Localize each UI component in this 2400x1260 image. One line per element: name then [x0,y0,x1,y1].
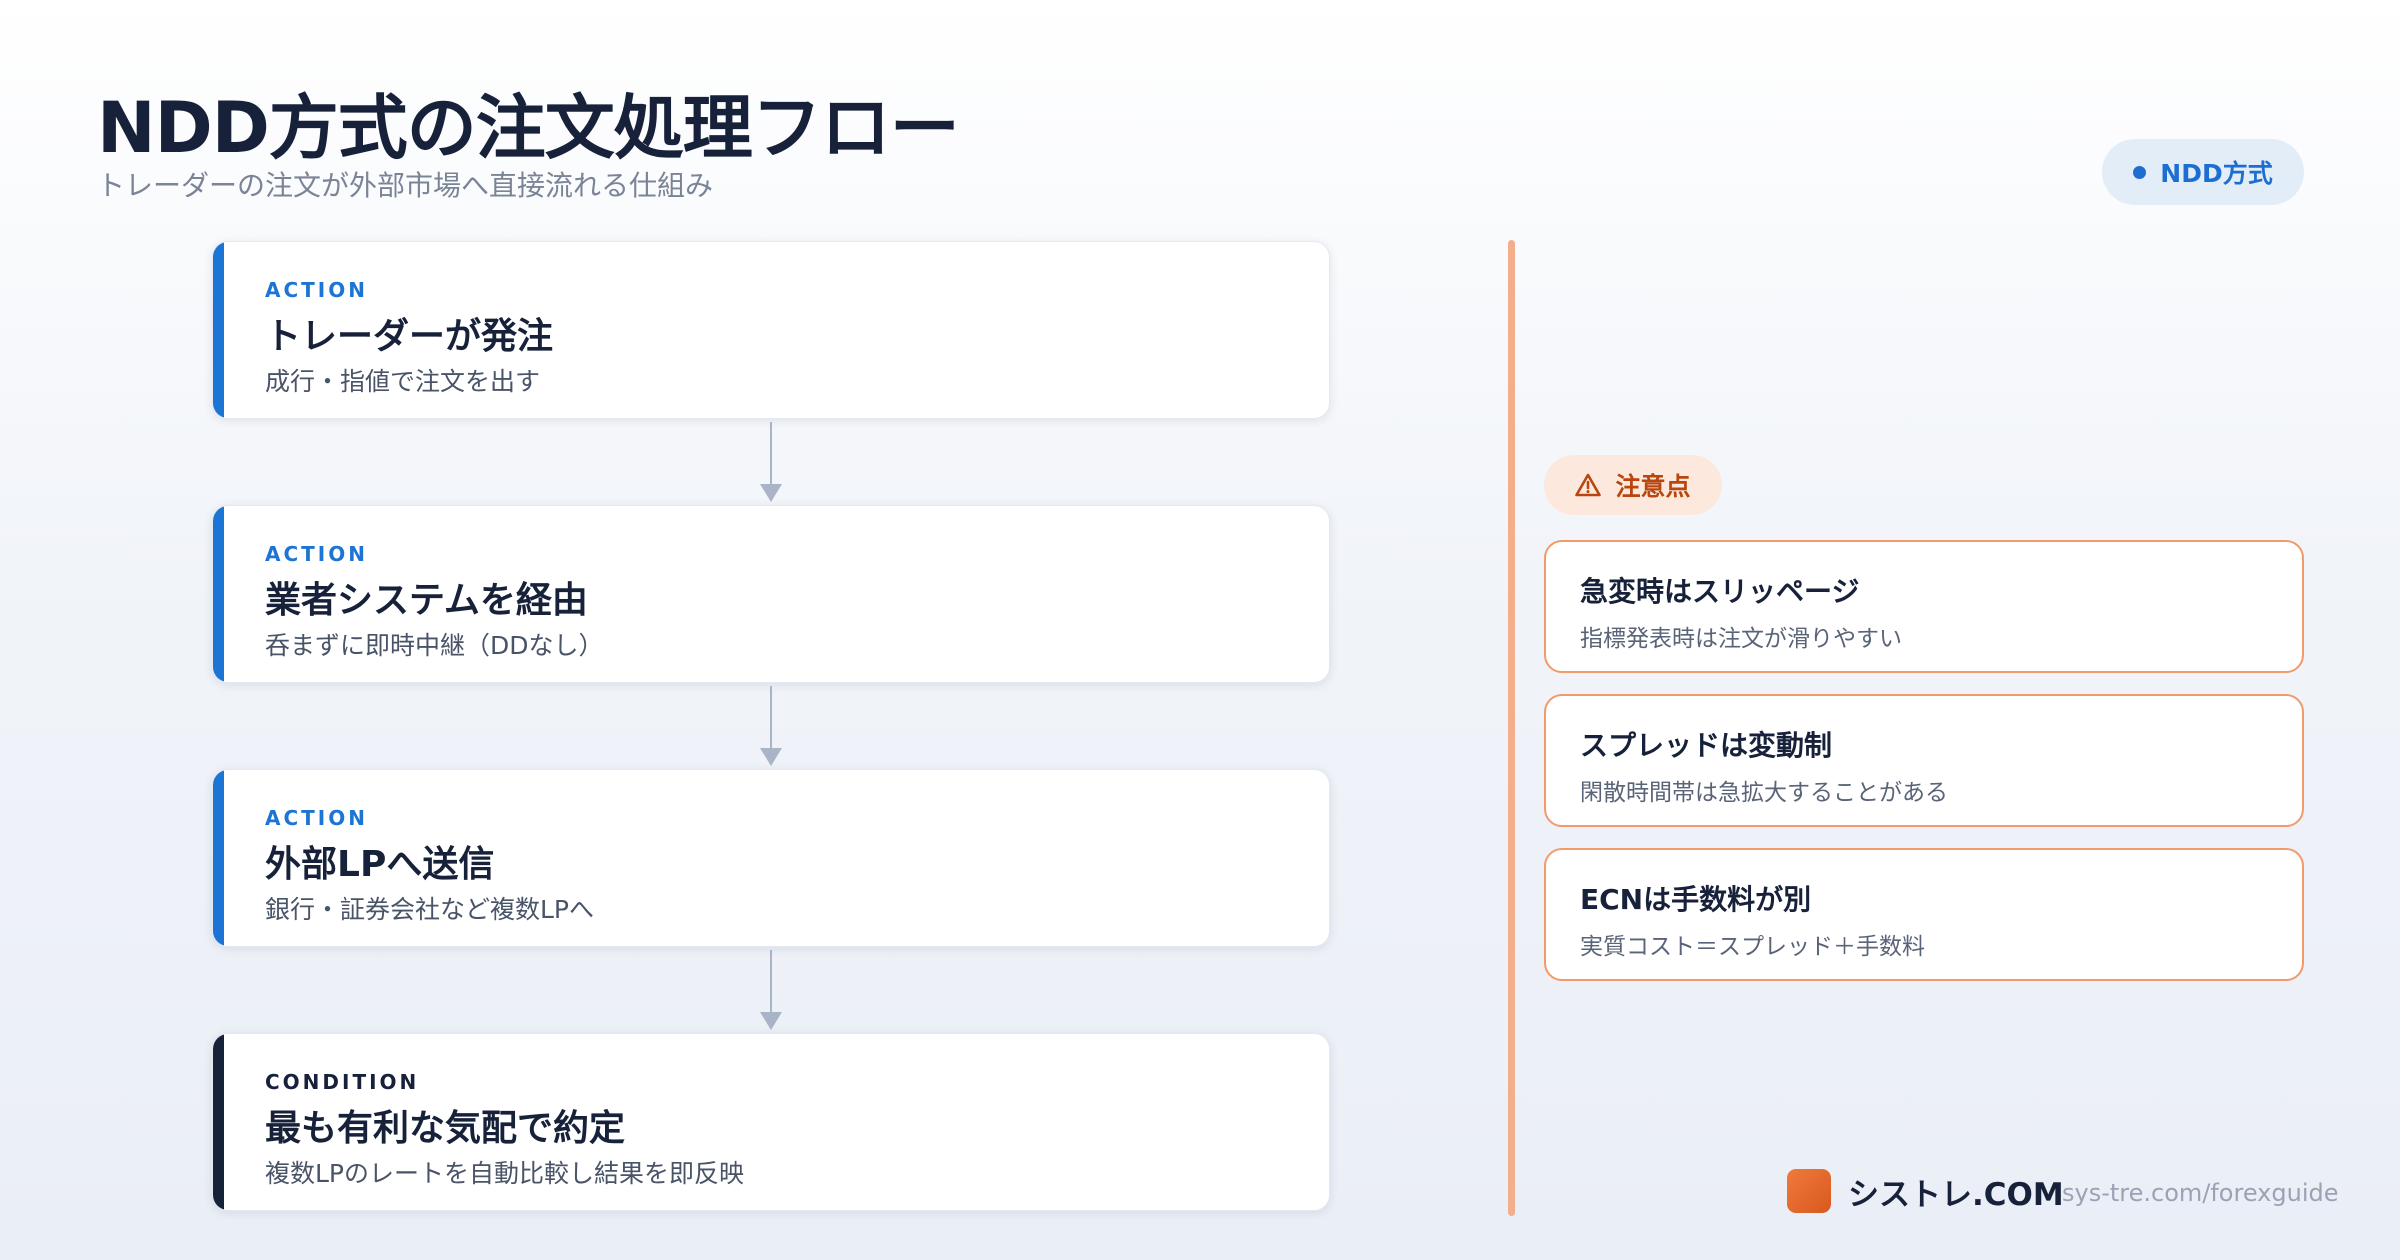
caution-title: ECNは手数料が別 [1580,883,1812,916]
flow-connector [770,422,772,488]
step-title: トレーダーが発注 [265,316,554,357]
step-tag: ACTION [265,542,368,566]
page-subtitle: トレーダーの注文が外部市場へ直接流れる仕組み [97,169,714,202]
step-tag: ACTION [265,806,368,830]
caution-description: 閑散時間帯は急拡大することがある [1580,780,1948,806]
caution-label: 注意点 [1544,455,1722,515]
step-title: 最も有利な気配で約定 [265,1108,626,1149]
flow-connector [770,950,772,1016]
step-description: 銀行・証券会社など複数LPへ [265,895,595,924]
brand-name: シストレ.COM [1848,1177,2064,1213]
dot-icon [2133,165,2147,179]
flow-step-4: CONDITION 最も有利な気配で約定 複数LPのレートを自動比較し結果を即反… [212,1033,1330,1211]
step-accent-bar [213,506,224,682]
caution-title: 急変時はスリッページ [1580,575,1860,608]
step-description: 複数LPのレートを自動比較し結果を即反映 [265,1159,745,1188]
flow-step-2: ACTION 業者システムを経由 呑まずに即時中継（DDなし） [212,505,1330,683]
step-description: 呑まずに即時中継（DDなし） [265,631,604,660]
mode-badge: NDD方式 [2102,139,2304,205]
step-accent-bar [213,1034,224,1210]
page-title: NDD方式の注文処理フロー [97,87,960,169]
warning-triangle-icon [1575,473,1602,497]
step-title: 業者システムを経由 [265,580,588,621]
caution-label-text: 注意点 [1615,472,1691,501]
flow-step-3: ACTION 外部LPへ送信 銀行・証券会社など複数LPへ [212,769,1330,947]
section-divider [1508,240,1515,1216]
flow-step-1: ACTION トレーダーが発注 成行・指値で注文を出す [212,241,1330,419]
step-accent-bar [213,242,224,418]
arrow-down-icon [760,1012,782,1030]
caution-card-1: 急変時はスリッページ 指標発表時は注文が滑りやすい [1544,540,2304,673]
step-tag: ACTION [265,278,368,302]
caution-description: 実質コスト＝スプレッド＋手数料 [1580,934,1925,960]
step-accent-bar [213,770,224,946]
mode-badge-label: NDD方式 [2160,159,2273,188]
step-title: 外部LPへ送信 [265,844,495,885]
caution-card-3: ECNは手数料が別 実質コスト＝スプレッド＋手数料 [1544,848,2304,981]
site-url: sys-tre.com/forexguide [2062,1179,2339,1207]
logo-square-icon [1787,1169,1831,1213]
caution-title: スプレッドは変動制 [1580,729,1833,762]
caution-description: 指標発表時は注文が滑りやすい [1580,626,1902,652]
flow-connector [770,686,772,752]
arrow-down-icon [760,484,782,502]
step-tag: CONDITION [265,1070,420,1094]
step-description: 成行・指値で注文を出す [265,367,541,396]
caution-card-2: スプレッドは変動制 閑散時間帯は急拡大することがある [1544,694,2304,827]
arrow-down-icon [760,748,782,766]
